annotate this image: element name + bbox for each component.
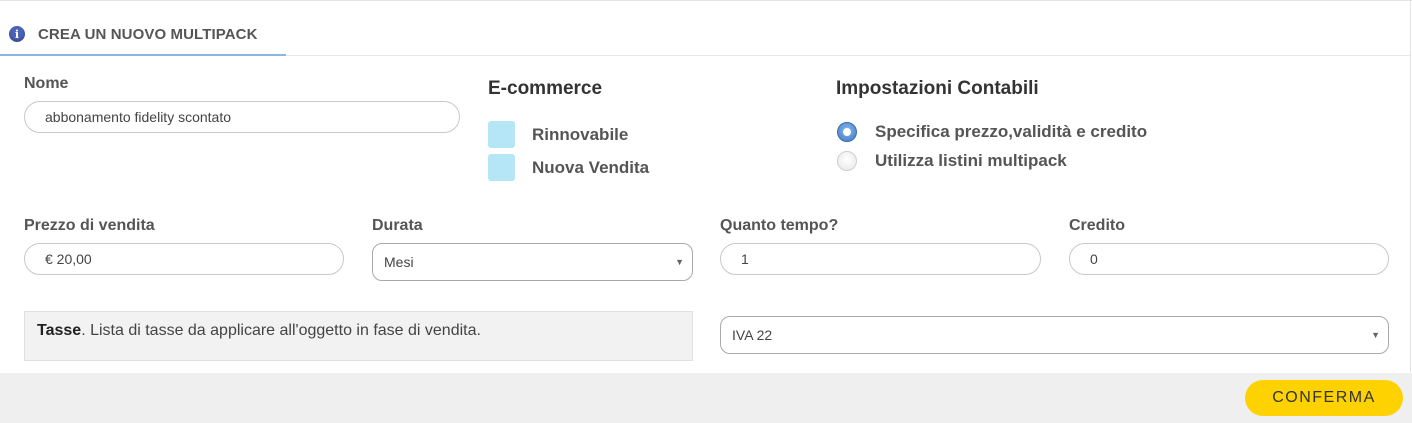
confirm-button[interactable]: CONFERMA bbox=[1245, 380, 1403, 416]
radio-label: Utilizza listini multipack bbox=[875, 151, 1067, 170]
tasse-bold-label: Tasse bbox=[37, 322, 82, 339]
checkbox-box[interactable] bbox=[488, 154, 515, 181]
dropdown-arrow-icon: ▼ bbox=[1371, 330, 1380, 340]
dropdown-arrow-icon: ▼ bbox=[675, 257, 684, 267]
header-tab: i CREA UN NUOVO MULTIPACK bbox=[0, 14, 286, 56]
checkbox-rinnovabile[interactable]: Rinnovabile bbox=[488, 121, 628, 148]
impostazioni-title: Impostazioni Contabili bbox=[836, 78, 1039, 99]
credito-label: Credito bbox=[1069, 217, 1125, 234]
quanto-tempo-label: Quanto tempo? bbox=[720, 217, 839, 234]
nome-input[interactable]: abbonamento fidelity scontato bbox=[24, 101, 460, 133]
tasse-select[interactable]: IVA 22 ▼ bbox=[720, 316, 1389, 354]
radio-specifica-prezzo[interactable]: Specifica prezzo,validità e credito bbox=[837, 122, 1147, 142]
tasse-description: Tasse. Lista di tasse da applicare all'o… bbox=[24, 311, 693, 361]
checkbox-nuova-vendita[interactable]: Nuova Vendita bbox=[488, 154, 649, 181]
durata-value: Mesi bbox=[384, 254, 414, 270]
checkbox-label: Rinnovabile bbox=[532, 124, 629, 144]
prezzo-input[interactable]: € 20,00 bbox=[24, 243, 344, 275]
radio-button[interactable] bbox=[837, 151, 857, 171]
durata-select[interactable]: Mesi ▼ bbox=[372, 243, 693, 281]
credito-input[interactable]: 0 bbox=[1069, 243, 1389, 275]
panel-header: i CREA UN NUOVO MULTIPACK bbox=[0, 14, 1412, 56]
radio-button-selected[interactable] bbox=[837, 122, 857, 142]
radio-label: Specifica prezzo,validità e credito bbox=[875, 122, 1148, 141]
radio-utilizza-listini[interactable]: Utilizza listini multipack bbox=[837, 151, 1067, 171]
info-icon: i bbox=[9, 26, 25, 42]
footer-bar bbox=[0, 373, 1412, 423]
durata-label: Durata bbox=[372, 217, 423, 234]
checkbox-box[interactable] bbox=[488, 121, 515, 148]
tasse-text: . Lista di tasse da applicare all'oggett… bbox=[81, 322, 481, 339]
top-border bbox=[0, 0, 1412, 1]
ecommerce-title: E-commerce bbox=[488, 78, 603, 99]
prezzo-label: Prezzo di vendita bbox=[24, 217, 155, 234]
tasse-value: IVA 22 bbox=[732, 327, 773, 343]
quanto-tempo-input[interactable]: 1 bbox=[720, 243, 1041, 275]
panel-title: CREA UN NUOVO MULTIPACK bbox=[38, 25, 258, 43]
checkbox-label: Nuova Vendita bbox=[532, 157, 650, 177]
nome-label: Nome bbox=[24, 75, 69, 92]
radio-dot bbox=[843, 128, 851, 136]
header-divider bbox=[286, 55, 1410, 56]
